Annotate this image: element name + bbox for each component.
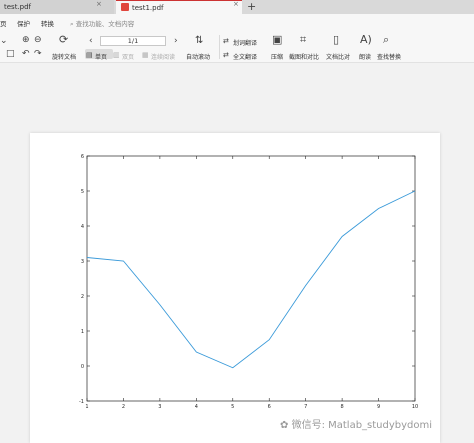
pdf-file-icon [121,3,129,11]
rotate-right-icon[interactable]: ↷ [34,50,42,59]
pdf-reader-window: { "tabs": [ {"label": "test.pdf", "close… [0,0,474,443]
document-compare-icon: ▯ [333,33,340,46]
menu-convert[interactable]: 转换 [41,18,54,28]
tab-label: test1.pdf [132,4,164,12]
single-page-button[interactable]: 单页 [95,52,107,61]
menu-page[interactable]: 页 [0,18,7,28]
menu-protect[interactable]: 保护 [17,18,30,28]
zoom-select-icon[interactable]: ⌄ [0,37,8,46]
continuous-read-icon: ▦ [142,51,149,59]
plot-axes-box [86,155,416,402]
x-tick-label: 2 [122,404,125,410]
compress-button[interactable]: 压缩 [271,52,283,61]
x-tick-label: 4 [195,404,198,410]
translate-full-icon: ⇄ [223,51,229,59]
y-tick-label: 2 [81,294,84,300]
page-number-input[interactable]: 1/1 [100,36,166,46]
x-tick-label: 8 [341,404,344,410]
x-tick-label: 10 [412,404,418,410]
watermark: ✿ 微信号: Matlab_studybydomi [280,416,432,431]
y-tick-label: 0 [81,364,84,370]
compress-icon: ▣ [272,33,283,46]
tab-bar: test.pdf × test1.pdf × + [0,0,474,14]
search-box[interactable]: ⌕ 查找功能、文档内容 [70,18,134,29]
translate-word-button[interactable]: 划词翻译 [233,38,257,47]
x-tick-label: 3 [158,404,161,410]
single-page-icon: ▤ [86,51,93,59]
zoom-out-icon[interactable]: ⊖ [34,36,42,45]
read-aloud-button[interactable]: 朗读 [359,52,371,61]
screenshot-compare-button[interactable]: 截图和对比 [289,52,319,61]
toolbar-separator [219,35,220,59]
auto-scroll-button[interactable]: 自动滚动 [186,52,210,61]
line-chart: 1 2 3 4 5 6 7 8 9 10 -1 0 1 2 3 4 5 6 [79,154,418,410]
wechat-icon: ✿ [280,420,289,431]
y-tick-label: -1 [79,399,84,405]
find-replace-button[interactable]: 查找替换 [377,52,401,61]
watermark-text: 微信号: Matlab_studybydomi [291,420,433,431]
y-tick-label: 4 [81,224,84,230]
y-tick-label: 5 [81,189,84,195]
fit-page-icon[interactable]: □ [6,50,15,59]
translate-full-button[interactable]: 全文翻译 [233,52,257,61]
y-tick-label: 1 [81,329,84,335]
tab-label: test.pdf [4,3,32,11]
continuous-read-button[interactable]: 连续阅读 [151,52,175,61]
toolbar: ⌄ ⊕ ⊖ □ ↶ ↷ ⟳ 旋转文档 ‹ 1/1 › ▤ 单页 ▥ 双页 ▦ 连… [0,31,474,63]
double-page-icon: ▥ [113,51,120,59]
read-aloud-icon: A) [360,33,372,46]
find-replace-icon: ⌕ [383,33,390,46]
search-icon: ⌕ [70,20,74,28]
y-tick-label: 3 [81,259,84,265]
translate-word-icon: ⇄ [223,37,229,45]
add-tab-button[interactable]: + [247,0,256,13]
x-tick-label: 7 [304,404,307,410]
previous-page-icon[interactable]: ‹ [89,37,93,46]
tab-test1-pdf[interactable]: test1.pdf [116,0,242,14]
close-icon[interactable]: × [96,0,102,8]
rotate-left-icon[interactable]: ↶ [22,50,30,59]
pdf-page: 1 2 3 4 5 6 7 8 9 10 -1 0 1 2 3 4 5 6 [30,133,440,443]
menu-bar: 页 保护 转换 ⌕ 查找功能、文档内容 [0,14,474,31]
rotate-document-icon[interactable]: ⟳ [59,34,68,45]
close-icon[interactable]: × [233,0,239,8]
search-placeholder: 查找功能、文档内容 [75,20,135,28]
series-line [86,190,416,369]
y-tick-label: 6 [81,154,84,160]
screenshot-icon: ⌗ [300,33,307,46]
next-page-icon[interactable]: › [174,37,178,46]
zoom-in-icon[interactable]: ⊕ [22,36,30,45]
auto-scroll-icon: ⇅ [195,35,204,46]
x-tick-label: 5 [231,404,234,410]
document-compare-button[interactable]: 文档比对 [326,52,350,61]
rotate-document-button[interactable]: 旋转文档 [52,52,76,61]
x-tick-label: 1 [85,404,88,410]
x-tick-label: 6 [268,404,271,410]
double-page-button[interactable]: 双页 [122,52,134,61]
x-tick-label: 9 [377,404,380,410]
